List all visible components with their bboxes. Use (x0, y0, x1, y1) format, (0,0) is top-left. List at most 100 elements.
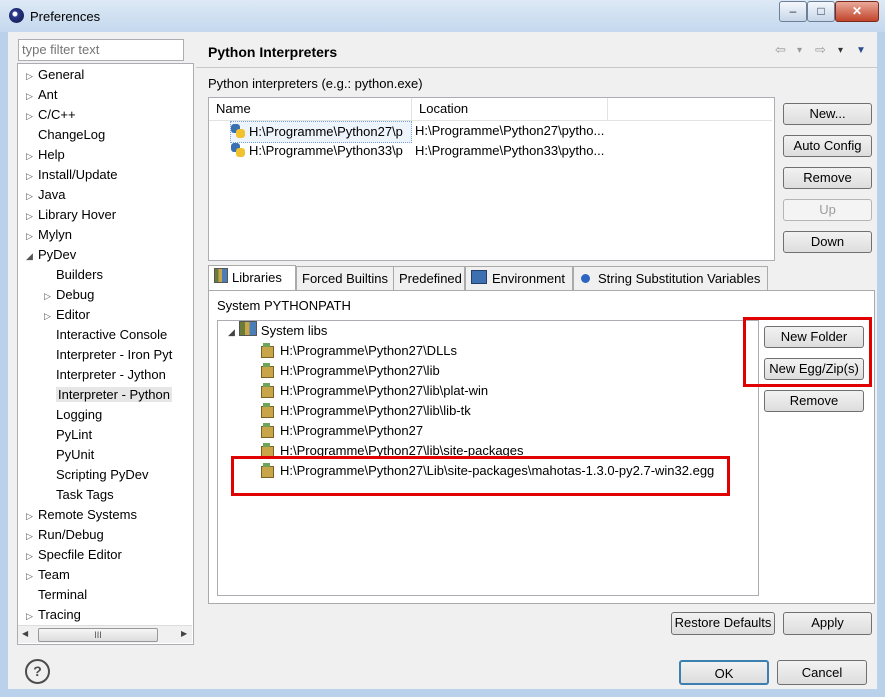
tree-item[interactable]: ▷ C/C++ (26, 105, 76, 125)
tree-item[interactable]: Builders (44, 265, 103, 285)
filter-input[interactable] (19, 40, 183, 58)
down-button[interactable]: Down (783, 231, 872, 253)
tree-item-label: C/C++ (38, 107, 76, 122)
tree-item[interactable]: PyUnit (44, 445, 94, 465)
tree-item[interactable]: ▷ Java (26, 185, 65, 205)
close-button[interactable]: ✕ (835, 1, 879, 22)
library-path-item[interactable]: H:\Programme\Python27\lib\lib-tk (260, 401, 471, 421)
scroll-left-icon[interactable]: ◀ (22, 629, 28, 638)
auto-config-button[interactable]: Auto Config (783, 135, 872, 157)
environment-icon (471, 270, 487, 284)
filter-field[interactable] (18, 39, 184, 61)
tree-item[interactable]: Interactive Console (44, 325, 167, 345)
tree-item[interactable]: Task Tags (44, 485, 114, 505)
tree-item[interactable]: ▷ Tracing (26, 605, 81, 625)
tree-item-label: Scripting PyDev (56, 467, 149, 482)
table-row[interactable]: H:\Programme\Python27\p H:\Programme\Pyt… (209, 121, 772, 143)
tree-item[interactable]: ▷ Editor (44, 305, 90, 325)
tree-item[interactable]: ▷ Install/Update (26, 165, 118, 185)
remove-interpreter-button[interactable]: Remove (783, 167, 872, 189)
help-icon[interactable]: ? (25, 659, 50, 684)
scroll-right-icon[interactable]: ▶ (181, 629, 187, 638)
table-row[interactable]: H:\Programme\Python33\p H:\Programme\Pyt… (209, 141, 772, 161)
tab-environment[interactable]: Environment (465, 266, 573, 290)
library-path-item[interactable]: H:\Programme\Python27\DLLs (260, 341, 457, 361)
tree-item-label: Specfile Editor (38, 547, 122, 562)
column-header-location[interactable]: Location (412, 98, 608, 121)
tree-item[interactable]: ▷ Mylyn (26, 225, 72, 245)
tree-horizontal-scrollbar[interactable]: ◀ III ▶ (18, 625, 192, 643)
expand-icon[interactable]: ◢ (228, 327, 235, 337)
forward-icon[interactable]: ⇨ (815, 42, 826, 58)
expand-icon[interactable]: ▷ (26, 86, 38, 106)
expand-icon[interactable]: ▷ (26, 66, 38, 86)
tab-libraries[interactable]: Libraries (208, 265, 296, 290)
tree-item[interactable]: ▷ Library Hover (26, 205, 116, 225)
library-path-label: H:\Programme\Python27\DLLs (280, 343, 458, 358)
system-libs-node[interactable]: ◢ System libs (228, 321, 327, 341)
tree-item[interactable]: ▷ Specfile Editor (26, 545, 122, 565)
tree-item[interactable]: Interpreter - Iron Pyt (44, 345, 172, 365)
tree-item[interactable]: Scripting PyDev (44, 465, 148, 485)
library-path-label: H:\Programme\Python27\lib\lib-tk (280, 403, 471, 418)
tree-item[interactable]: ▷ Debug (44, 285, 94, 305)
expand-icon[interactable]: ▷ (26, 526, 38, 546)
expand-icon[interactable]: ▷ (26, 226, 38, 246)
ok-button[interactable]: OK (679, 660, 769, 685)
up-button[interactable]: Up (783, 199, 872, 221)
interpreter-name: H:\Programme\Python33\p (249, 143, 403, 158)
apply-button[interactable]: Apply (783, 612, 872, 635)
expand-icon[interactable]: ▷ (44, 306, 56, 326)
library-path-item[interactable]: H:\Programme\Python27 (260, 421, 423, 441)
expand-icon[interactable]: ▷ (26, 146, 38, 166)
python-icon (231, 143, 245, 157)
tree-item-label: Tracing (38, 607, 81, 622)
name-cell[interactable]: H:\Programme\Python33\p (231, 141, 411, 161)
tree-item[interactable]: ▷ Team (26, 565, 70, 585)
tree-item[interactable]: Logging (44, 405, 102, 425)
new-interpreter-button[interactable]: New... (783, 103, 872, 125)
restore-defaults-button[interactable]: Restore Defaults (671, 612, 775, 635)
tree-item[interactable]: Interpreter - Python (44, 385, 172, 405)
tree-item[interactable]: ▷ Remote Systems (26, 505, 137, 525)
back-icon[interactable]: ⇦ (775, 42, 786, 58)
cancel-button[interactable]: Cancel (777, 660, 867, 685)
location-cell: H:\Programme\Python33\pytho... (415, 143, 605, 158)
name-cell[interactable]: H:\Programme\Python27\p (230, 121, 412, 143)
expand-icon[interactable]: ▷ (26, 546, 38, 566)
expand-icon[interactable]: ▷ (26, 566, 38, 586)
collapse-icon[interactable]: ◢ (26, 246, 38, 266)
expand-icon[interactable]: ▷ (26, 606, 38, 626)
tree-item[interactable]: Terminal (26, 585, 87, 605)
tree-item[interactable]: ▷ Run/Debug (26, 525, 104, 545)
expand-icon[interactable]: ▷ (26, 206, 38, 226)
tree-item[interactable]: PyLint (44, 425, 92, 445)
column-header-name[interactable]: Name (209, 98, 412, 121)
tab-string-substitution[interactable]: String Substitution Variables (573, 266, 768, 290)
tree-item-label: Mylyn (38, 227, 72, 242)
scroll-thumb[interactable]: III (38, 628, 158, 642)
maximize-button[interactable]: □ (807, 1, 835, 22)
tab-predefined[interactable]: Predefined (393, 266, 465, 290)
tree-item[interactable]: ▷ Ant (26, 85, 58, 105)
forward-menu-icon[interactable]: ▾ (838, 45, 843, 56)
tree-item[interactable]: Interpreter - Jython (44, 365, 166, 385)
tree-item[interactable]: ▷ Help (26, 145, 65, 165)
library-path-item[interactable]: H:\Programme\Python27\lib (260, 361, 440, 381)
folder-jar-icon (260, 423, 274, 438)
tree-item[interactable]: ▷ General (26, 65, 84, 85)
variable-icon (581, 274, 590, 283)
tree-item[interactable]: ChangeLog (26, 125, 105, 145)
remove-library-button[interactable]: Remove (764, 390, 864, 412)
back-menu-icon[interactable]: ▾ (797, 45, 802, 56)
expand-icon[interactable]: ▷ (44, 286, 56, 306)
expand-icon[interactable]: ▷ (26, 506, 38, 526)
expand-icon[interactable]: ▷ (26, 186, 38, 206)
tree-item[interactable]: ◢ PyDev (26, 245, 76, 265)
view-menu-icon[interactable]: ▼ (856, 45, 866, 56)
tab-forced-builtins[interactable]: Forced Builtins (296, 266, 394, 290)
expand-icon[interactable]: ▷ (26, 106, 38, 126)
minimize-button[interactable]: – (779, 1, 807, 22)
library-path-item[interactable]: H:\Programme\Python27\lib\plat-win (260, 381, 488, 401)
expand-icon[interactable]: ▷ (26, 166, 38, 186)
